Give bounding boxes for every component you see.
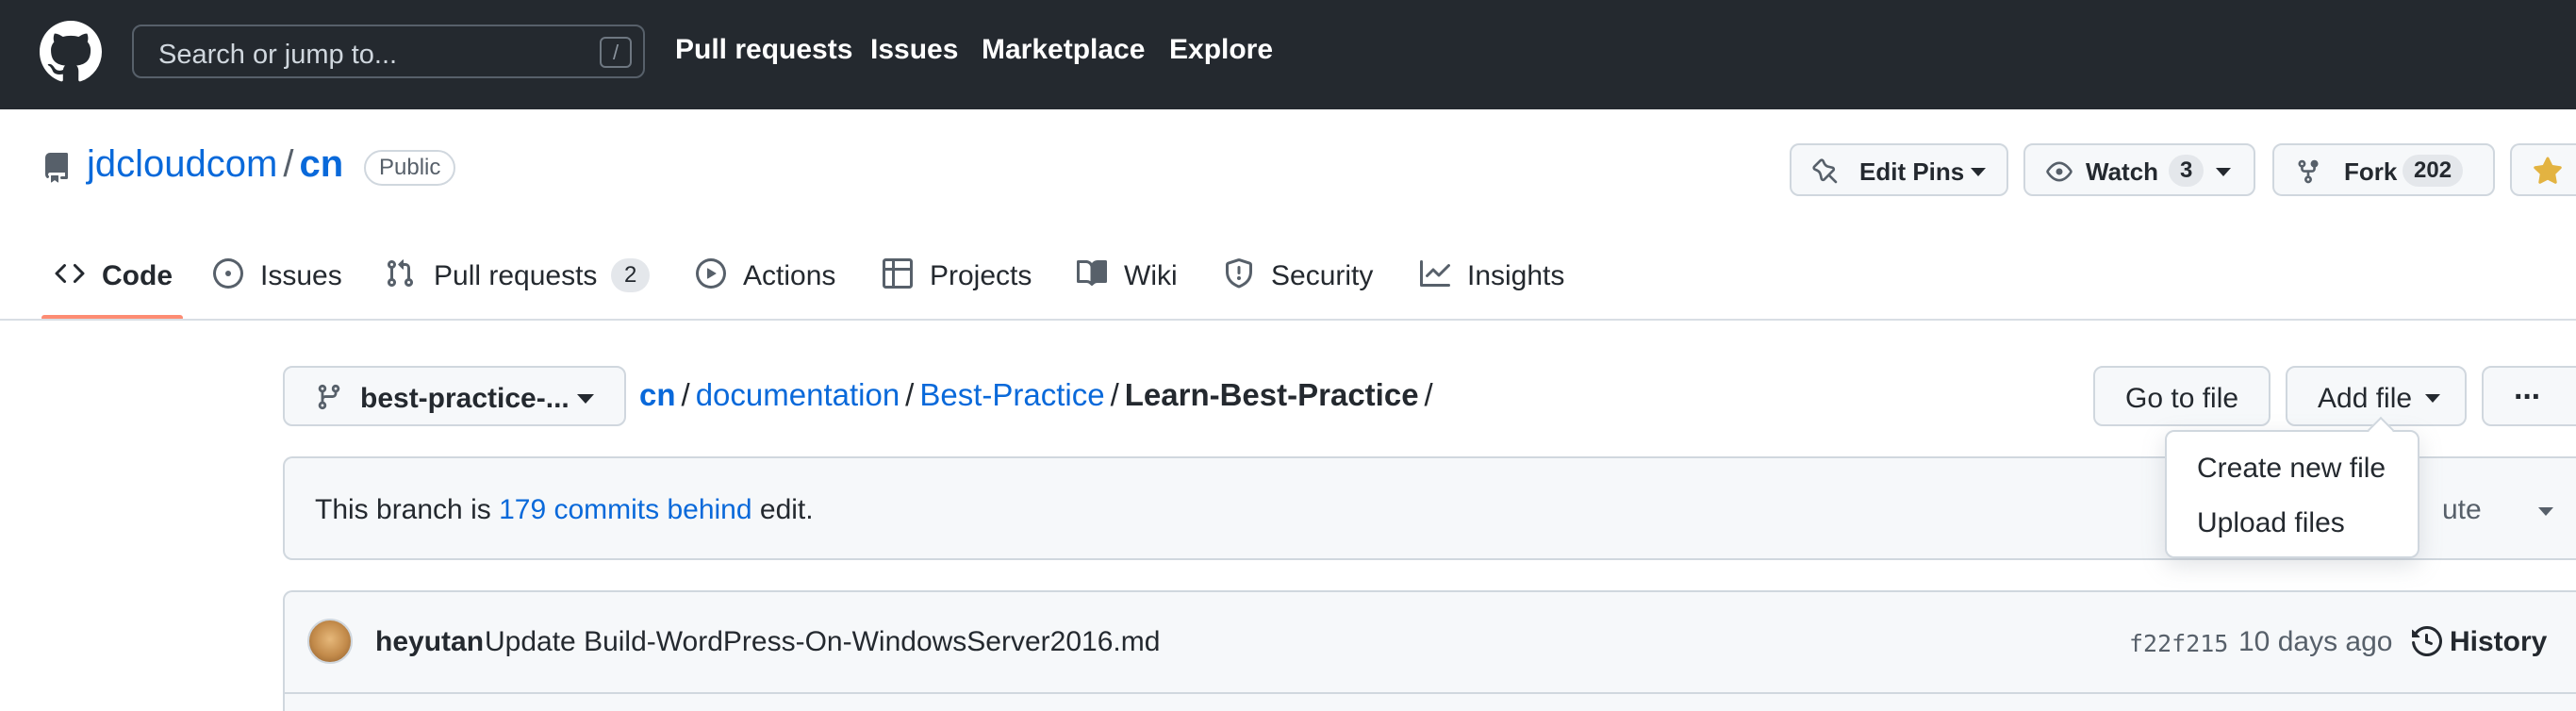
add-file-button[interactable]: Add file xyxy=(2286,366,2467,426)
chevron-down-icon xyxy=(2425,394,2440,403)
play-icon xyxy=(696,258,726,289)
commit-time: 10 days ago xyxy=(2238,626,2393,657)
chevron-down-icon xyxy=(2538,507,2553,516)
pull-requests-count: 2 xyxy=(611,258,651,292)
tabs-divider xyxy=(0,319,2576,321)
breadcrumb-separator: / xyxy=(905,377,915,412)
breadcrumb-best-practice-link[interactable]: Best-Practice xyxy=(919,377,1104,412)
shield-icon xyxy=(1226,258,1252,289)
add-file-label: Add file xyxy=(2318,383,2413,414)
breadcrumb-documentation-link[interactable]: documentation xyxy=(696,377,900,412)
commit-sha-link[interactable]: f22f215 xyxy=(2129,630,2228,657)
fork-label: Fork xyxy=(2344,157,2398,186)
tab-label: Code xyxy=(102,260,173,291)
topnav-pull-requests[interactable]: Pull requests xyxy=(675,34,852,66)
menu-item-upload-files[interactable]: Upload files xyxy=(2197,507,2345,539)
fork-count: 202 xyxy=(2403,155,2464,187)
commits-behind-link[interactable]: 179 commits behind xyxy=(499,494,751,525)
star-button[interactable] xyxy=(2510,143,2576,196)
tab-label: Issues xyxy=(260,260,342,291)
breadcrumb-separator: / xyxy=(681,377,690,412)
go-to-file-label: Go to file xyxy=(2125,383,2239,414)
kebab-horizontal-icon: ··· xyxy=(2514,379,2542,415)
contribute-button-label[interactable]: ute xyxy=(2442,494,2482,526)
tab-projects[interactable]: Projects xyxy=(883,255,1043,319)
branch-status-text: This branch is 179 commits behind edit. xyxy=(315,494,814,526)
branch-name: best-practice-... xyxy=(360,383,570,414)
pull-request-icon xyxy=(387,259,414,288)
breadcrumb-separator: / xyxy=(1424,377,1433,412)
breadcrumb: cn / documentation / Best-Practice / Learn-Bes… xyxy=(639,377,1439,413)
table-icon xyxy=(883,258,913,289)
repo-name-link[interactable]: cn xyxy=(299,143,343,185)
repo-icon xyxy=(44,153,68,183)
branch-status-suffix: edit. xyxy=(751,494,814,525)
search-input[interactable]: Search or jump to... / xyxy=(132,25,645,78)
tab-insights[interactable]: Insights xyxy=(1420,255,1571,319)
code-icon xyxy=(55,263,85,284)
topnav-issues[interactable]: Issues xyxy=(870,34,958,66)
menu-item-create-new-file[interactable]: Create new file xyxy=(2197,453,2386,485)
topnav-marketplace[interactable]: Marketplace xyxy=(982,34,1145,66)
breadcrumb-separator: / xyxy=(1110,377,1119,412)
breadcrumb-root-link[interactable]: cn xyxy=(639,377,676,412)
eye-icon xyxy=(2046,161,2072,182)
edit-pins-button[interactable]: Edit Pins xyxy=(1790,143,2008,196)
pin-icon xyxy=(1812,158,1838,184)
fork-icon xyxy=(2298,159,2319,184)
commit-box-divider xyxy=(283,692,2576,694)
go-to-file-button[interactable]: Go to file xyxy=(2093,366,2271,426)
avatar[interactable] xyxy=(307,619,353,664)
chevron-down-icon xyxy=(1971,168,1986,176)
fork-button[interactable]: Fork 202 xyxy=(2272,143,2495,196)
chevron-down-icon xyxy=(2216,168,2231,176)
tab-label: Actions xyxy=(743,260,836,291)
tab-label: Pull requests xyxy=(434,260,598,291)
tab-wiki[interactable]: Wiki xyxy=(1077,255,1190,319)
branch-select-button[interactable]: best-practice-... xyxy=(283,366,626,426)
breadcrumb-current: Learn-Best-Practice xyxy=(1124,377,1419,412)
commit-author-link[interactable]: heyutan xyxy=(375,626,484,658)
add-file-menu: Create new file Upload files xyxy=(2165,430,2419,558)
global-header: Search or jump to... / Pull requests Iss… xyxy=(0,0,2576,109)
star-icon xyxy=(2534,157,2562,184)
search-placeholder: Search or jump to... xyxy=(158,40,398,70)
edit-pins-label: Edit Pins xyxy=(1859,157,1965,186)
git-branch-icon xyxy=(318,384,340,410)
history-link[interactable]: History xyxy=(2450,626,2547,658)
tab-label: Wiki xyxy=(1124,260,1178,291)
github-logo-icon[interactable] xyxy=(40,21,102,83)
tab-actions[interactable]: Actions xyxy=(696,255,847,319)
tab-issues[interactable]: Issues xyxy=(213,255,364,319)
watch-button[interactable]: Watch 3 xyxy=(2023,143,2255,196)
repo-title: jdcloudcom / cn xyxy=(87,143,343,186)
tab-label: Insights xyxy=(1467,260,1565,291)
watch-label: Watch xyxy=(2086,157,2159,186)
more-options-button[interactable]: ··· xyxy=(2482,366,2576,426)
tab-code[interactable]: Code xyxy=(55,255,177,319)
history-icon xyxy=(2412,626,2442,656)
issue-icon xyxy=(213,258,243,289)
tab-security[interactable]: Security xyxy=(1224,255,1375,319)
commit-message-link[interactable]: Update Build-WordPress-On-WindowsServer2… xyxy=(485,626,1160,658)
branch-status-prefix: This branch is xyxy=(315,494,500,525)
watch-count: 3 xyxy=(2169,155,2204,187)
tab-label: Projects xyxy=(930,260,1032,291)
tab-label: Security xyxy=(1271,260,1374,291)
repo-title-separator: / xyxy=(283,143,294,185)
repo-owner-link[interactable]: jdcloudcom xyxy=(87,143,277,185)
topnav-explore[interactable]: Explore xyxy=(1169,34,1273,66)
tab-pull-requests[interactable]: Pull requests 2 xyxy=(385,255,658,319)
search-shortcut-key: / xyxy=(600,37,632,68)
visibility-badge: Public xyxy=(364,150,456,186)
book-icon xyxy=(1077,259,1107,286)
graph-icon xyxy=(1420,260,1450,287)
chevron-down-icon xyxy=(577,394,594,404)
